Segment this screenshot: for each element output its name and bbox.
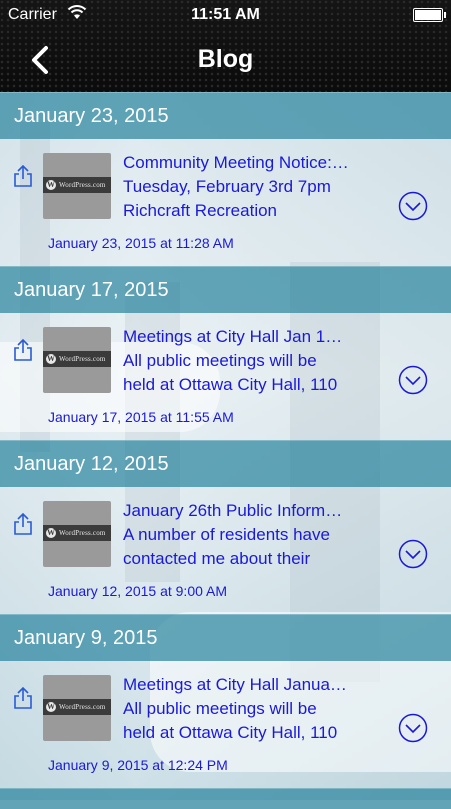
post-title[interactable]: Community Meeting Notice:… — [123, 153, 388, 173]
post-excerpt-line: All public meetings will be — [123, 351, 317, 370]
post-thumbnail: W WordPress.com — [43, 327, 111, 393]
thumbnail-text: WordPress.com — [59, 529, 106, 537]
post-title[interactable]: Meetings at City Hall Janua… — [123, 675, 388, 695]
section-header: January 9, 2015 — [0, 614, 451, 661]
post-excerpt-line: Tuesday, February 3rd 7pm — [123, 177, 331, 196]
post-excerpt-line: held at Ottawa City Hall, 110 — [123, 375, 338, 394]
post-date: January 17, 2015 at 11:55 AM — [48, 409, 234, 425]
post-title[interactable]: January 26th Public Inform… — [123, 501, 388, 521]
status-time: 11:51 AM — [191, 6, 260, 23]
status-bar: Carrier 11:51 AM — [0, 0, 451, 30]
section-header: January 17, 2015 — [0, 266, 451, 313]
post-title[interactable]: Meetings at City Hall Jan 1… — [123, 327, 388, 347]
post-thumbnail: W WordPress.com — [43, 153, 111, 219]
thumbnail-text: WordPress.com — [59, 703, 106, 711]
post-excerpt-line: A number of residents have — [123, 525, 330, 544]
thumbnail-text: WordPress.com — [59, 355, 106, 363]
list-item[interactable]: W WordPress.com Community Meeting Notice:… — [0, 139, 451, 266]
top-bar: Carrier 11:51 AM Blog — [0, 0, 451, 92]
post-excerpt-line: Richcraft Recreation — [123, 201, 278, 220]
post-date: January 12, 2015 at 9:00 AM — [48, 583, 228, 599]
post-excerpt-line: All public meetings will be — [123, 699, 317, 718]
chevron-down-circle-icon[interactable] — [398, 365, 428, 395]
chevron-down-circle-icon[interactable] — [398, 191, 428, 221]
list-item[interactable]: W WordPress.com January 26th Public Infor… — [0, 487, 451, 614]
post-excerpt-line: held at Ottawa City Hall, 110 — [123, 723, 338, 742]
nav-bar: Blog — [0, 30, 451, 92]
share-icon[interactable] — [12, 338, 34, 362]
share-icon[interactable] — [12, 686, 34, 710]
section-header-partial — [0, 788, 451, 809]
post-excerpt-line: contacted me about their — [123, 549, 311, 568]
post-thumbnail: W WordPress.com — [43, 501, 111, 567]
page-title: Blog — [197, 45, 254, 73]
battery-icon — [413, 8, 446, 22]
post-date: January 9, 2015 at 12:24 PM — [48, 757, 228, 773]
chevron-down-circle-icon[interactable] — [398, 713, 428, 743]
post-thumbnail: W WordPress.com — [43, 675, 111, 741]
blog-list[interactable]: January 23, 2015 W WordPress.com Communit… — [0, 92, 451, 809]
share-icon[interactable] — [12, 164, 34, 188]
thumbnail-text: WordPress.com — [59, 181, 106, 189]
section-header: January 23, 2015 — [0, 92, 451, 139]
share-icon[interactable] — [12, 512, 34, 536]
list-item[interactable]: W WordPress.com Meetings at City Hall Jan… — [0, 313, 451, 440]
chevron-down-circle-icon[interactable] — [398, 539, 428, 569]
section-header: January 12, 2015 — [0, 440, 451, 487]
list-item[interactable]: W WordPress.com Meetings at City Hall Jan… — [0, 661, 451, 788]
post-date: January 23, 2015 at 11:28 AM — [48, 235, 234, 251]
